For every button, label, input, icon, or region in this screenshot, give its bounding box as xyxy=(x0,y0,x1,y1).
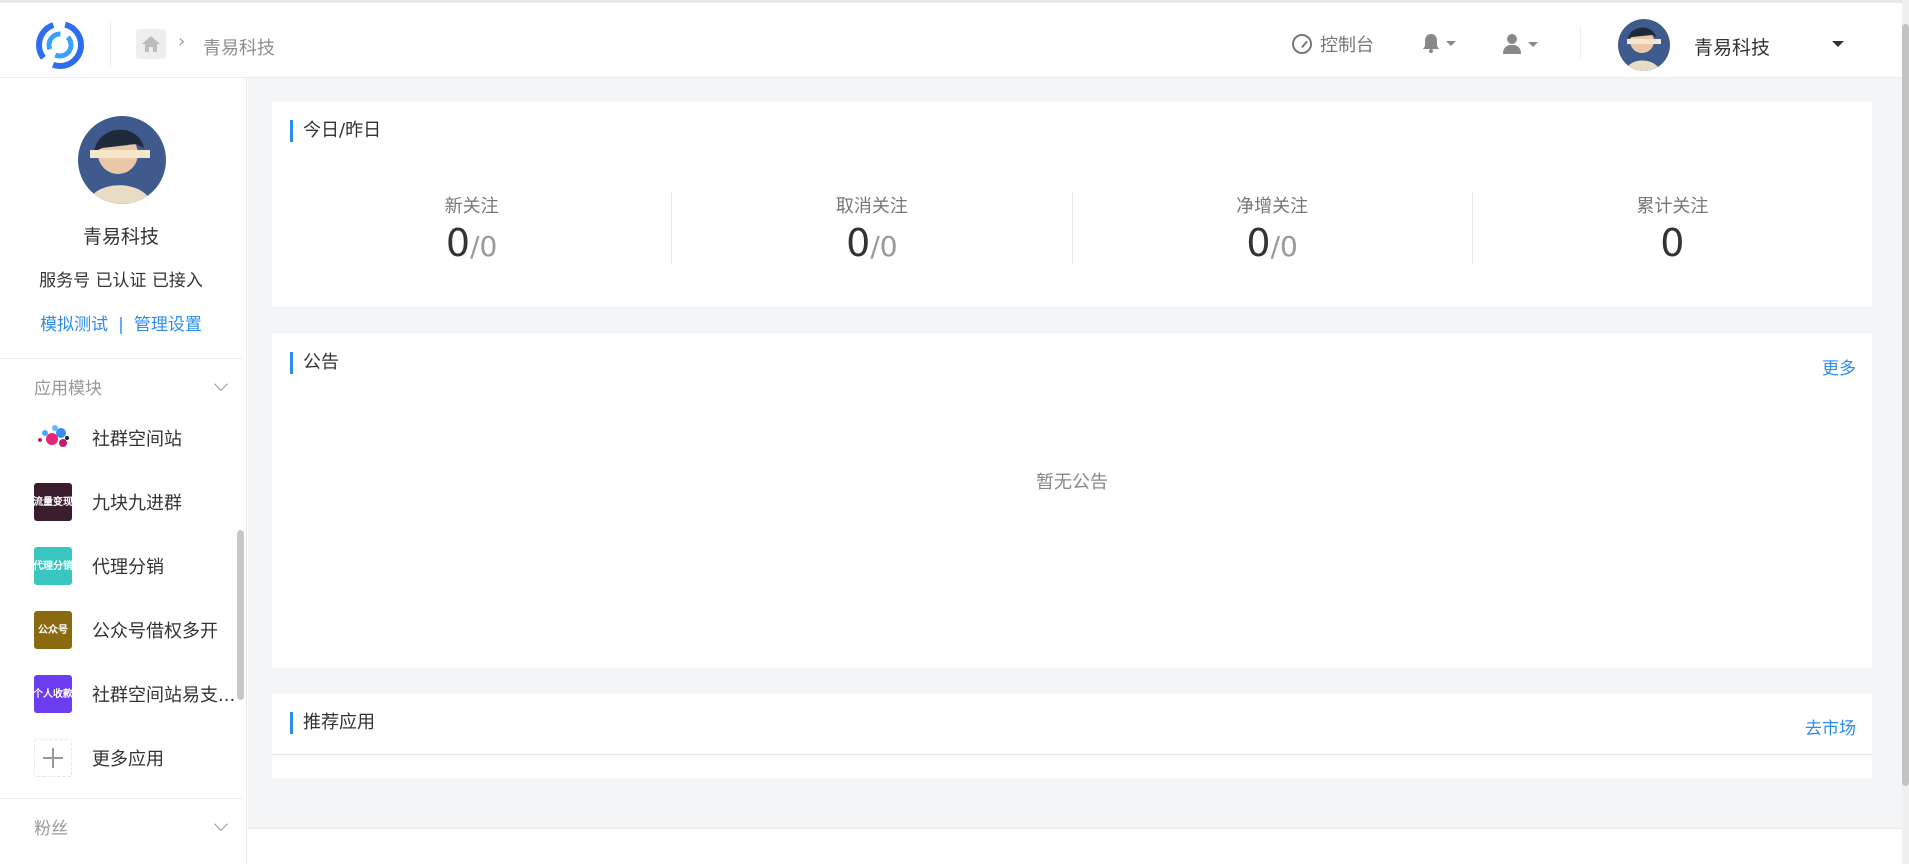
notice-title: 公告 xyxy=(290,352,339,374)
sidebar-item-label: 公众号借权多开 xyxy=(92,621,218,642)
notifications-button[interactable] xyxy=(1422,33,1456,53)
simulate-test-link[interactable]: 模拟测试 xyxy=(40,315,108,335)
chevron-down-icon xyxy=(213,816,229,831)
market-link[interactable]: 去市场 xyxy=(1805,714,1856,739)
stat-label: 取消关注 xyxy=(835,196,908,217)
caret-down-icon[interactable] xyxy=(1832,41,1844,47)
account-avatar xyxy=(78,116,166,204)
personal-pay-icon: 个人收款 xyxy=(33,675,73,713)
plus-icon xyxy=(34,739,72,777)
section-fans-header[interactable]: 粉丝 xyxy=(0,798,242,854)
stat-label: 新关注 xyxy=(444,196,499,217)
scrollbar-thumb[interactable] xyxy=(1902,24,1909,786)
sidebar-item-agent[interactable]: 代理分销 代理分销 xyxy=(33,546,242,586)
logo-icon[interactable] xyxy=(34,19,86,71)
stat-label: 净增关注 xyxy=(1236,196,1309,217)
chevron-right-icon: › xyxy=(178,31,186,52)
notice-more-link[interactable]: 更多 xyxy=(1822,354,1856,379)
stat-yesterday: 0 xyxy=(879,230,898,263)
stat-value: 0/0 xyxy=(672,222,1071,268)
stat-new-follow: 新关注 0/0 xyxy=(272,192,673,264)
console-link[interactable]: 控制台 xyxy=(1292,31,1374,57)
caret-down-icon xyxy=(1528,41,1538,47)
sidebar-item-easy-pay[interactable]: 个人收款 社群空间站易支... xyxy=(33,674,242,714)
stat-value: 0/0 xyxy=(1073,222,1472,268)
sidebar: 青易科技 服务号 已认证 已接入 模拟测试 | 管理设置 应用模块 社群空间站 流量… xyxy=(0,78,247,864)
sidebar-item-oa-borrow[interactable]: 公众号 公众号借权多开 xyxy=(34,610,242,650)
sidebar-item-label: 代理分销 xyxy=(92,557,164,578)
top-bar: › 青易科技 控制台 青易科技 xyxy=(0,0,1902,78)
stats-title: 今日/昨日 xyxy=(290,120,381,142)
notice-empty: 暂无公告 xyxy=(1036,472,1108,493)
account-status: 服务号 已认证 已接入 xyxy=(39,271,203,291)
bell-icon xyxy=(1423,34,1439,53)
stat-today: 0 xyxy=(1246,221,1271,265)
sidebar-item-nine-nine[interactable]: 流量变现 九块九进群 xyxy=(33,482,242,522)
oa-borrow-icon: 公众号 xyxy=(34,611,72,649)
console-label: 控制台 xyxy=(1320,35,1374,56)
main-content: 今日/昨日 新关注 0/0 取消关注 0/0 净增关注 0/0 累计关注 0 公… xyxy=(248,78,1902,864)
divider xyxy=(272,754,1872,755)
stat-unfollow: 取消关注 0/0 xyxy=(672,192,1073,264)
manage-settings-link[interactable]: 管理设置 xyxy=(134,315,202,335)
stat-separator: / xyxy=(470,230,480,263)
sidebar-item-label: 社群空间站易支... xyxy=(92,685,236,706)
account-links: 模拟测试 | 管理设置 xyxy=(0,310,242,335)
stat-today: 0 xyxy=(846,221,871,265)
section-fans-label: 粉丝 xyxy=(34,819,68,839)
notice-card: 公告 更多 暂无公告 xyxy=(272,334,1872,668)
sidebar-item-label: 社群空间站 xyxy=(92,429,182,450)
account-title: 青易科技 xyxy=(82,226,159,248)
stat-total-follow: 累计关注 0 xyxy=(1473,192,1872,264)
divider xyxy=(1580,27,1581,59)
section-apps-header[interactable]: 应用模块 xyxy=(0,358,242,414)
stat-label: 累计关注 xyxy=(1636,196,1709,217)
sidebar-scrollbar[interactable] xyxy=(237,530,244,700)
stat-value: 0 xyxy=(1473,222,1872,264)
stat-yesterday: 0 xyxy=(1280,230,1298,263)
avatar[interactable] xyxy=(1618,19,1670,71)
stat-yesterday: 0 xyxy=(479,230,498,263)
sidebar-item-label: 更多应用 xyxy=(92,749,164,770)
traffic-monetize-icon: 流量变现 xyxy=(33,483,73,521)
stats-row: 新关注 0/0 取消关注 0/0 净增关注 0/0 累计关注 0 xyxy=(272,192,1872,264)
community-dots-icon xyxy=(38,425,69,447)
link-separator: | xyxy=(118,315,124,335)
home-icon xyxy=(142,36,160,52)
chevron-down-icon xyxy=(213,376,229,391)
section-apps-label: 应用模块 xyxy=(34,379,102,399)
caret-down-icon xyxy=(1446,40,1456,46)
home-button[interactable] xyxy=(136,29,166,59)
page-scrollbar[interactable] xyxy=(1902,0,1909,864)
footer xyxy=(248,828,1902,864)
sidebar-item-more-apps[interactable]: 更多应用 xyxy=(34,738,242,778)
dashboard-icon xyxy=(1292,34,1312,54)
stats-card: 今日/昨日 新关注 0/0 取消关注 0/0 净增关注 0/0 累计关注 0 xyxy=(272,102,1872,306)
stat-value: 0/0 xyxy=(272,222,671,268)
stat-today: 0 xyxy=(445,221,471,265)
sidebar-item-community[interactable]: 社群空间站 xyxy=(34,418,242,458)
account-name[interactable]: 青易科技 xyxy=(1694,33,1770,60)
stat-separator: / xyxy=(870,230,880,263)
recommend-card: 推荐应用 去市场 xyxy=(272,694,1872,778)
recommend-title: 推荐应用 xyxy=(290,712,375,734)
stat-today: 0 xyxy=(1660,221,1685,265)
stat-separator: / xyxy=(1270,230,1281,263)
user-icon xyxy=(1503,34,1521,54)
user-menu-button[interactable] xyxy=(1502,33,1538,55)
sidebar-item-label: 九块九进群 xyxy=(92,493,182,514)
divider xyxy=(110,21,111,67)
stat-net-follow: 净增关注 0/0 xyxy=(1073,192,1473,264)
agent-distribution-icon: 代理分销 xyxy=(33,547,73,585)
breadcrumb[interactable]: 青易科技 xyxy=(203,34,275,60)
